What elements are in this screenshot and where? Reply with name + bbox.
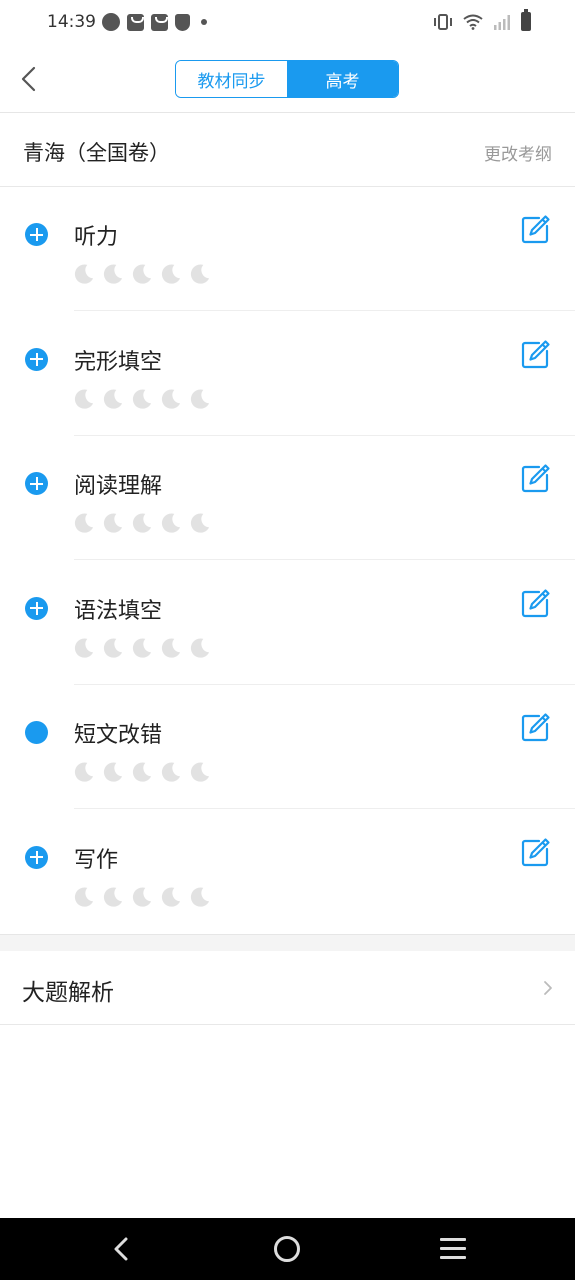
plus-circle-icon[interactable] [25, 472, 48, 495]
moon-icon [72, 886, 95, 909]
edit-icon[interactable] [520, 213, 552, 245]
moon-icon [159, 761, 182, 784]
moon-icon [130, 263, 153, 286]
moon-icon [130, 761, 153, 784]
speedometer-icon [102, 13, 120, 31]
section-gap [0, 934, 575, 951]
plus-circle-icon[interactable] [25, 596, 48, 620]
moon-icon [188, 263, 211, 286]
section-item[interactable]: 阅读理解 [0, 436, 575, 560]
moon-icon [72, 512, 95, 535]
question-analysis-row[interactable]: 大题解析 [0, 951, 575, 1025]
moon-icon [101, 637, 124, 660]
difficulty-rating [72, 263, 211, 286]
moon-icon [188, 761, 211, 784]
moon-icon [159, 263, 182, 286]
plus-circle-icon[interactable] [25, 223, 48, 246]
moon-icon [101, 512, 124, 535]
shield-icon [175, 13, 190, 31]
moon-icon [101, 263, 124, 286]
exam-region-title: 青海（全国卷） [23, 141, 170, 165]
dot-circle-icon[interactable] [25, 721, 48, 744]
moon-icon [188, 637, 211, 660]
header: 教材同步 高考 [0, 46, 575, 113]
change-syllabus-link[interactable]: 更改考纲 [484, 140, 552, 165]
difficulty-rating [72, 388, 211, 411]
edit-icon[interactable] [520, 836, 552, 868]
status-time: 14:39 [47, 12, 96, 32]
section-item[interactable]: 写作 [0, 810, 575, 934]
moon-icon [159, 886, 182, 909]
shopping-bag-icon [127, 13, 144, 31]
moon-icon [72, 388, 95, 411]
moon-icon [101, 388, 124, 411]
moon-icon [72, 263, 95, 286]
edit-icon[interactable] [520, 711, 552, 743]
plus-circle-icon[interactable] [25, 845, 48, 869]
vibrate-icon [434, 13, 452, 30]
status-bar: 14:39 [0, 0, 575, 46]
nav-home-icon[interactable] [274, 1236, 300, 1262]
difficulty-rating [72, 886, 211, 909]
back-arrow-icon[interactable] [14, 60, 48, 98]
edit-icon[interactable] [520, 338, 552, 370]
more-notifications-dot-icon [201, 19, 207, 25]
moon-icon [130, 388, 153, 411]
system-icons [433, 9, 531, 31]
section-label: 完形填空 [74, 349, 163, 375]
plus-circle-icon[interactable] [25, 347, 48, 371]
difficulty-rating [72, 637, 211, 660]
section-item[interactable]: 短文改错 [0, 685, 575, 809]
section-label: 语法填空 [74, 598, 163, 624]
tab-gaokao[interactable]: 高考 [287, 61, 398, 97]
moon-icon [130, 637, 153, 660]
exam-region-row: 青海（全国卷） 更改考纲 [0, 113, 575, 187]
moon-icon [159, 512, 182, 535]
nav-back-icon[interactable] [108, 1235, 136, 1263]
chevron-right-icon [544, 981, 552, 995]
system-nav-bar [0, 1218, 575, 1280]
moon-icon [130, 886, 153, 909]
difficulty-rating [72, 512, 211, 535]
notification-icons [102, 13, 207, 31]
nav-recents-icon[interactable] [440, 1238, 466, 1260]
moon-icon [188, 512, 211, 535]
moon-icon [72, 761, 95, 784]
wifi-icon [463, 14, 483, 30]
moon-icon [101, 761, 124, 784]
section-label: 写作 [74, 847, 119, 873]
moon-icon [188, 388, 211, 411]
moon-icon [159, 637, 182, 660]
section-label: 阅读理解 [74, 474, 163, 499]
section-item[interactable]: 听力 [0, 187, 575, 311]
shopping-bag-icon [151, 13, 168, 31]
section-label: 听力 [74, 225, 119, 250]
tab-textbook-sync[interactable]: 教材同步 [176, 61, 287, 97]
section-label: 短文改错 [74, 723, 163, 748]
moon-icon [159, 388, 182, 411]
edit-icon[interactable] [520, 462, 552, 494]
mode-segmented-control: 教材同步 高考 [175, 60, 399, 98]
question-analysis-label: 大题解析 [22, 980, 114, 1006]
moon-icon [130, 512, 153, 535]
battery-icon [521, 9, 531, 31]
section-item[interactable]: 语法填空 [0, 561, 575, 685]
signal-icon [494, 14, 510, 30]
section-item[interactable]: 完形填空 [0, 312, 575, 436]
moon-icon [188, 886, 211, 909]
difficulty-rating [72, 761, 211, 784]
moon-icon [101, 886, 124, 909]
moon-icon [72, 637, 95, 660]
edit-icon[interactable] [520, 587, 552, 619]
